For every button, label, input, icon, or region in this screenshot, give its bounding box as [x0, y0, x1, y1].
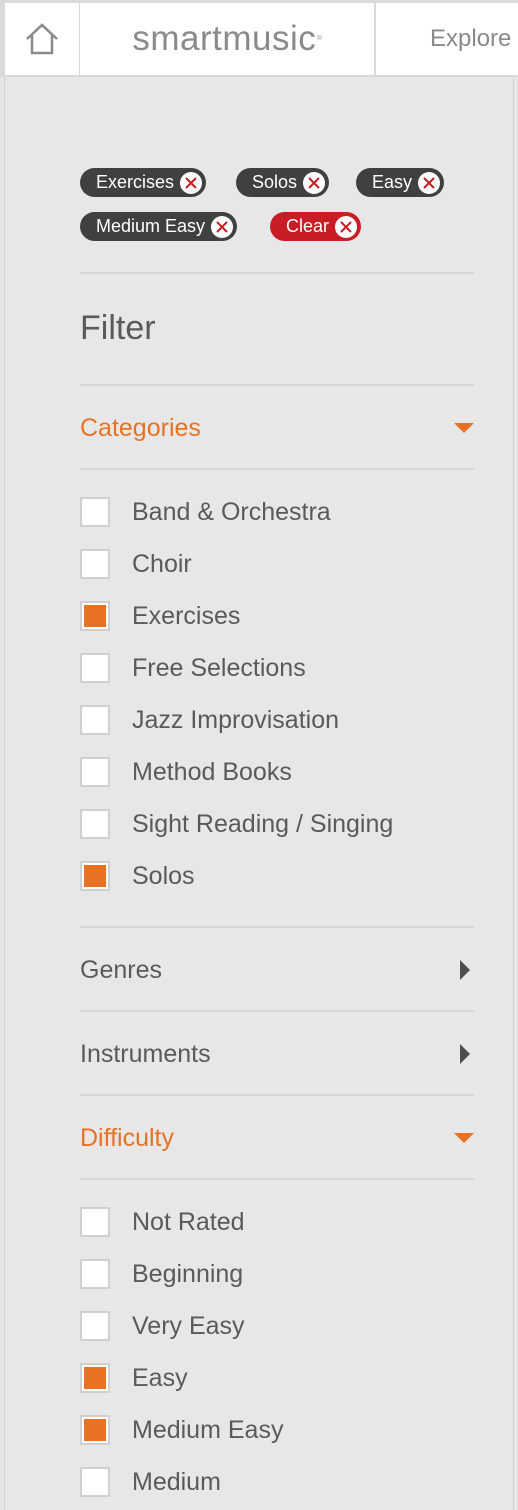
divider [80, 926, 474, 928]
section-label: Difficulty [80, 1123, 175, 1152]
checkbox-very-easy[interactable]: Very Easy [80, 1309, 245, 1343]
remove-chip-icon[interactable] [418, 171, 441, 194]
section-label: Categories [80, 413, 201, 442]
checkbox[interactable] [80, 861, 110, 891]
logo-text: smartmusic [132, 19, 317, 58]
filter-chip-medium-easy[interactable]: Medium Easy [80, 212, 238, 241]
checkbox-medium[interactable]: Medium [80, 1465, 221, 1499]
chip-label: Easy [372, 172, 413, 192]
caret-down-icon [454, 1133, 474, 1143]
smartmusic-logo[interactable]: smartmusic ® [80, 3, 374, 75]
checkbox[interactable] [80, 601, 110, 631]
checkbox-sight-reading-singing[interactable]: Sight Reading / Singing [80, 807, 393, 841]
filter-chip-exercises[interactable]: Exercises [80, 168, 207, 197]
section-difficulty[interactable]: Difficulty [80, 1118, 474, 1158]
clear-label: Clear [286, 216, 330, 236]
nav-explore-label: Explore [430, 25, 512, 52]
checkbox[interactable] [80, 757, 110, 787]
checkbox[interactable] [80, 1207, 110, 1237]
registered-mark: ® [317, 36, 322, 42]
checkbox[interactable] [80, 497, 110, 527]
checkbox[interactable] [80, 549, 110, 579]
divider [80, 468, 474, 470]
checkbox-beginning[interactable]: Beginning [80, 1257, 243, 1291]
option-label: Medium Easy [132, 1415, 284, 1444]
filter-title: Filter [80, 309, 156, 347]
clear-filters-button[interactable]: Clear [270, 212, 362, 241]
checkbox-jazz-improvisation[interactable]: Jazz Improvisation [80, 703, 339, 737]
checkbox-solos[interactable]: Solos [80, 859, 195, 893]
chip-label: Exercises [96, 172, 175, 192]
remove-chip-icon[interactable] [180, 171, 203, 194]
section-label: Genres [80, 955, 162, 984]
filter-chip-solos[interactable]: Solos [236, 168, 330, 197]
section-genres[interactable]: Genres [80, 950, 474, 990]
checked-indicator [84, 1419, 106, 1441]
filter-sidebar [4, 77, 514, 1510]
checkbox[interactable] [80, 653, 110, 683]
checkbox[interactable] [80, 809, 110, 839]
filter-chip-easy[interactable]: Easy [356, 168, 445, 197]
checkbox-exercises[interactable]: Exercises [80, 599, 240, 633]
checkbox-medium-easy[interactable]: Medium Easy [80, 1413, 283, 1447]
divider [80, 1178, 474, 1180]
checked-indicator [84, 605, 106, 627]
option-label: Medium [132, 1467, 221, 1496]
checked-indicator [84, 865, 106, 887]
checkbox[interactable] [80, 1363, 110, 1393]
option-label: Very Easy [132, 1311, 245, 1340]
caret-right-icon [460, 1044, 470, 1064]
nav-explore[interactable]: Explore [376, 3, 518, 75]
section-instruments[interactable]: Instruments [80, 1034, 474, 1074]
clear-icon[interactable] [335, 215, 358, 238]
home-icon [26, 23, 58, 55]
checkbox-easy[interactable]: Easy [80, 1361, 188, 1395]
remove-chip-icon[interactable] [303, 171, 326, 194]
remove-chip-icon[interactable] [211, 215, 234, 238]
checkbox-method-books[interactable]: Method Books [80, 755, 292, 789]
caret-right-icon [460, 960, 470, 980]
option-label: Beginning [132, 1259, 244, 1288]
checkbox-free-selections[interactable]: Free Selections [80, 651, 306, 685]
divider [80, 1094, 474, 1096]
option-label: Choir [132, 549, 192, 578]
checkbox[interactable] [80, 705, 110, 735]
option-label: Band & Orchestra [132, 497, 331, 526]
option-label: Solos [132, 861, 195, 890]
caret-down-icon [454, 423, 474, 433]
checkbox[interactable] [80, 1259, 110, 1289]
checked-indicator [84, 1367, 106, 1389]
chip-label: Medium Easy [96, 216, 206, 236]
home-button[interactable] [5, 3, 79, 75]
option-label: Free Selections [132, 653, 306, 682]
option-label: Not Rated [132, 1207, 245, 1236]
option-label: Jazz Improvisation [132, 705, 340, 734]
option-label: Sight Reading / Singing [132, 809, 394, 838]
checkbox-not-rated[interactable]: Not Rated [80, 1205, 245, 1239]
divider [80, 1010, 474, 1012]
chip-label: Solos [252, 172, 298, 192]
checkbox-choir[interactable]: Choir [80, 547, 192, 581]
section-categories[interactable]: Categories [80, 408, 474, 448]
option-label: Exercises [132, 601, 241, 630]
option-label: Method Books [132, 757, 292, 786]
divider [80, 272, 474, 274]
option-label: Easy [132, 1363, 188, 1392]
checkbox[interactable] [80, 1311, 110, 1341]
divider [80, 384, 474, 386]
top-navigation-bar: smartmusic ® Explore [0, 0, 518, 77]
checkbox[interactable] [80, 1415, 110, 1445]
checkbox[interactable] [80, 1467, 110, 1497]
section-label: Instruments [80, 1039, 211, 1068]
checkbox-band-orchestra[interactable]: Band & Orchestra [80, 495, 331, 529]
